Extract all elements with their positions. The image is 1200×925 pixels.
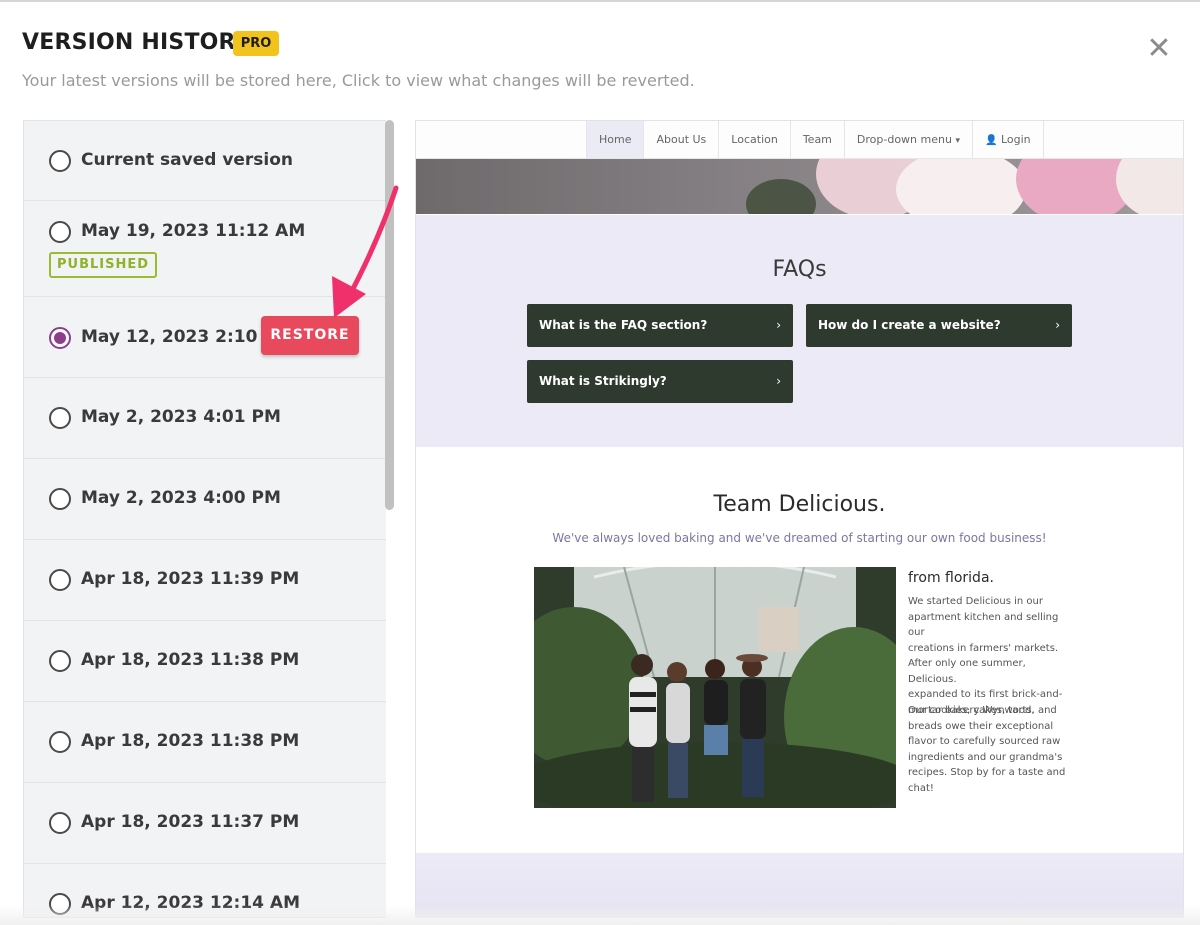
- version-radio-selected[interactable]: [49, 327, 71, 349]
- published-badge: PUBLISHED: [49, 252, 157, 278]
- faq-title: FAQs: [772, 257, 827, 282]
- close-icon[interactable]: ✕: [1144, 34, 1174, 64]
- hero-banner-image: [416, 159, 1183, 214]
- version-radio[interactable]: [49, 569, 71, 591]
- chevron-down-icon: ▾: [955, 136, 960, 146]
- faq-item-label: How do I create a website?: [818, 318, 1001, 332]
- version-radio[interactable]: [49, 731, 71, 753]
- version-preview: Home About Us Location Team Drop-down me…: [415, 120, 1184, 918]
- version-item[interactable]: Apr 18, 2023 11:37 PM: [24, 783, 386, 864]
- story-line: creations in farmers' markets.: [908, 642, 1059, 654]
- version-item[interactable]: Apr 18, 2023 11:38 PM: [24, 621, 386, 702]
- story-paragraph-2: Our cookies, cakes, tarts, and breads ow…: [908, 703, 1073, 796]
- chevron-right-icon: ›: [776, 374, 781, 388]
- site-nav: Home About Us Location Team Drop-down me…: [416, 121, 1183, 159]
- story-line: expanded to its first brick-and-: [908, 689, 1063, 700]
- story-line: chat!: [908, 782, 934, 794]
- team-title: Team Delicious.: [713, 492, 886, 517]
- story-line: breads owe their exceptional: [908, 720, 1054, 732]
- nav-team[interactable]: Team: [789, 121, 844, 158]
- story-line: apartment kitchen and selling our: [908, 611, 1059, 639]
- version-label: Apr 18, 2023 11:38 PM: [81, 731, 300, 751]
- team-subtitle: We've always loved baking and we've drea…: [552, 531, 1047, 545]
- story-line: flavor to carefully sourced raw: [908, 736, 1061, 747]
- version-item[interactable]: Current saved version: [24, 121, 386, 201]
- version-radio[interactable]: [49, 488, 71, 510]
- flower-shape: [896, 159, 1026, 214]
- faq-section: FAQs What is the FAQ section? › How do I…: [416, 215, 1183, 447]
- version-label: May 2, 2023 4:00 PM: [81, 488, 281, 508]
- version-item[interactable]: May 19, 2023 11:12 AM: [24, 201, 386, 297]
- nav-dropdown-label: Drop-down menu: [856, 133, 952, 146]
- pro-badge: PRO: [233, 31, 279, 56]
- faq-item[interactable]: How do I create a website? ›: [806, 304, 1072, 347]
- leaf-shape: [746, 179, 816, 214]
- faq-item-label: What is Strikingly?: [539, 374, 667, 388]
- version-list[interactable]: Current saved version May 19, 2023 11:12…: [23, 120, 386, 918]
- chevron-right-icon: ›: [1055, 318, 1060, 332]
- bottom-fade: [0, 905, 1200, 925]
- story-line: ingredients and our grandma's: [908, 751, 1063, 763]
- nav-dropdown[interactable]: Drop-down menu ▾: [843, 121, 972, 158]
- version-list-scrollbar[interactable]: [385, 120, 395, 916]
- version-radio[interactable]: [49, 221, 71, 243]
- version-label: May 19, 2023 11:12 AM: [81, 221, 306, 241]
- story-line: recipes. Stop by for a taste and: [908, 767, 1066, 778]
- version-item[interactable]: May 2, 2023 4:01 PM: [24, 378, 386, 459]
- version-label: Apr 18, 2023 11:38 PM: [81, 650, 300, 670]
- version-item[interactable]: Apr 18, 2023 11:38 PM: [24, 702, 386, 783]
- version-item[interactable]: May 2, 2023 4:00 PM: [24, 459, 386, 540]
- faq-item-label: What is the FAQ section?: [539, 318, 708, 332]
- version-radio[interactable]: [49, 812, 71, 834]
- faq-item[interactable]: What is Strikingly? ›: [527, 360, 793, 403]
- nav-location[interactable]: Location: [718, 121, 790, 158]
- chevron-right-icon: ›: [776, 318, 781, 332]
- version-radio[interactable]: [49, 407, 71, 429]
- story-paragraph-1: We started Delicious in our apartment ki…: [908, 594, 1073, 718]
- team-photo: [534, 567, 896, 808]
- page-subtitle: Your latest versions will be stored here…: [22, 71, 695, 90]
- scrollbar-thumb[interactable]: [385, 120, 394, 510]
- flower-shape: [1116, 159, 1183, 214]
- version-label: Current saved version: [81, 150, 294, 170]
- version-label: May 2, 2023 4:01 PM: [81, 407, 281, 427]
- nav-home[interactable]: Home: [586, 121, 644, 158]
- page-title: VERSION HISTORY: [22, 30, 251, 55]
- version-label: Apr 18, 2023 11:37 PM: [81, 812, 300, 832]
- user-icon: 👤: [984, 135, 998, 146]
- version-item[interactable]: Apr 18, 2023 11:39 PM: [24, 540, 386, 621]
- faq-item[interactable]: What is the FAQ section? ›: [527, 304, 793, 347]
- version-label: Apr 18, 2023 11:39 PM: [81, 569, 300, 589]
- team-section: Team Delicious. We've always loved bakin…: [416, 448, 1183, 852]
- nav-login[interactable]: 👤 Login: [971, 121, 1044, 158]
- nav-login-label: Login: [1000, 133, 1031, 146]
- top-divider: [0, 0, 1200, 2]
- restore-button[interactable]: RESTORE: [261, 316, 359, 355]
- version-radio[interactable]: [49, 150, 71, 172]
- story-line: Our cookies, cakes, tarts, and: [908, 705, 1057, 716]
- version-radio[interactable]: [49, 650, 71, 672]
- story-line: After only one summer, Delicious.: [908, 658, 1026, 685]
- nav-about-us[interactable]: About Us: [643, 121, 718, 158]
- story-line: We started Delicious in our: [908, 596, 1043, 607]
- story-title: from florida.: [908, 570, 994, 586]
- greenhouse-photo-icon: [534, 567, 896, 808]
